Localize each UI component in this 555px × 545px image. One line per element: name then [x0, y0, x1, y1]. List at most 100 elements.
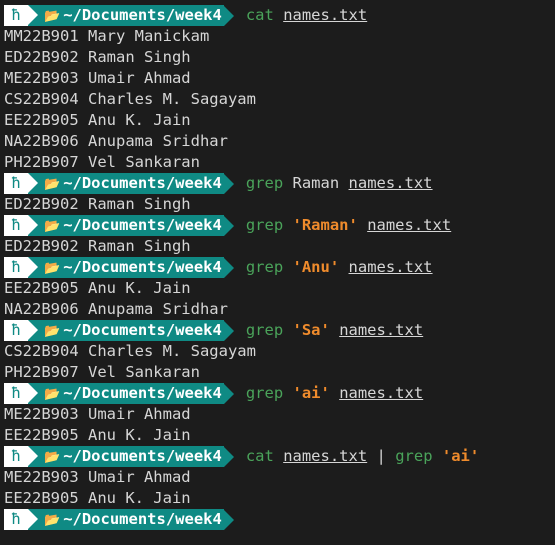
- command-name: grep: [395, 447, 433, 465]
- file-argument: names.txt: [283, 447, 368, 465]
- command-name: grep: [245, 258, 284, 276]
- string-argument: 'Anu': [292, 258, 340, 276]
- output-line: ED22B902 Raman Singh: [4, 237, 191, 255]
- prompt-arrow: [223, 320, 234, 341]
- path-prefix: ~/Documents/: [63, 321, 176, 339]
- path-current-dir: week4: [175, 510, 222, 528]
- prompt: ħ 📂 ~/Documents/week4: [4, 257, 246, 278]
- linux-mint-icon: ħ: [4, 320, 28, 341]
- output-line: ME22B903 Umair Ahmad: [4, 405, 191, 423]
- prompt: ħ 📂 ~/Documents/week4: [4, 509, 246, 530]
- output-line: EE22B905 Anu K. Jain: [4, 426, 191, 444]
- path-current-dir: week4: [175, 174, 222, 192]
- prompt-line: ħ 📂 ~/Documents/week4 grep Raman names.txt: [0, 173, 555, 194]
- prompt-line: ħ 📂 ~/Documents/week4 grep 'ai' names.txt: [0, 383, 555, 404]
- prompt-path: 📂 ~/Documents/week4: [28, 446, 224, 467]
- prompt-line: ħ 📂 ~/Documents/week4 cat names.txt: [0, 5, 555, 26]
- prompt-arrow: [223, 5, 234, 26]
- path-prefix: ~/Documents/: [63, 6, 176, 24]
- command-name: grep: [245, 321, 284, 339]
- prompt-path: 📂 ~/Documents/week4: [28, 5, 224, 26]
- prompt-path: 📂 ~/Documents/week4: [28, 509, 224, 530]
- output-line: PH22B907 Vel Sankaran: [4, 153, 200, 171]
- command-name: grep: [245, 174, 284, 192]
- path-current-dir: week4: [175, 216, 222, 234]
- output-line: ME22B903 Umair Ahmad: [4, 69, 191, 87]
- output-line: EE22B905 Anu K. Jain: [4, 111, 191, 129]
- linux-mint-icon: ħ: [4, 5, 28, 26]
- command-name: grep: [245, 384, 284, 402]
- prompt: ħ 📂 ~/Documents/week4: [4, 173, 246, 194]
- output-line: NA22B906 Anupama Sridhar: [4, 132, 228, 150]
- prompt: ħ 📂 ~/Documents/week4: [4, 383, 246, 404]
- linux-mint-icon: ħ: [4, 257, 28, 278]
- path-prefix: ~/Documents/: [63, 216, 176, 234]
- path-current-dir: week4: [175, 384, 222, 402]
- string-argument: 'ai': [292, 384, 330, 402]
- output-line: CS22B904 Charles M. Sagayam: [4, 90, 256, 108]
- path-current-dir: week4: [175, 321, 222, 339]
- string-argument: 'Sa': [292, 321, 330, 339]
- folder-open-icon: 📂: [44, 177, 61, 192]
- file-argument: names.txt: [339, 384, 424, 402]
- command-name: cat: [245, 6, 274, 24]
- file-argument: names.txt: [348, 258, 433, 276]
- output-line: CS22B904 Charles M. Sagayam: [4, 342, 256, 360]
- folder-open-icon: 📂: [44, 261, 61, 276]
- prompt-path: 📂 ~/Documents/week4: [28, 257, 224, 278]
- prompt-arrow: [223, 173, 234, 194]
- output-line: ED22B902 Raman Singh: [4, 195, 191, 213]
- path-current-dir: week4: [175, 6, 222, 24]
- prompt-line: ħ 📂 ~/Documents/week4 grep 'Raman' names.tx…: [0, 215, 555, 236]
- prompt-arrow: [223, 446, 234, 467]
- file-argument: names.txt: [367, 216, 452, 234]
- folder-open-icon: 📂: [44, 9, 61, 24]
- prompt: ħ 📂 ~/Documents/week4: [4, 215, 246, 236]
- string-argument: 'Raman': [292, 216, 358, 234]
- prompt: ħ 📂 ~/Documents/week4: [4, 5, 246, 26]
- folder-open-icon: 📂: [44, 450, 61, 465]
- string-argument: 'ai': [441, 447, 480, 465]
- prompt: ħ 📂 ~/Documents/week4: [4, 446, 246, 467]
- output-line: EE22B905 Anu K. Jain: [4, 489, 191, 507]
- prompt-line: ħ 📂 ~/Documents/week4 grep 'Anu' names.txt: [0, 257, 555, 278]
- linux-mint-icon: ħ: [4, 446, 28, 467]
- command-name: grep: [245, 216, 284, 234]
- prompt-arrow: [223, 383, 234, 404]
- prompt-line: ħ 📂 ~/Documents/week4: [0, 509, 555, 530]
- output-line: NA22B906 Anupama Sridhar: [4, 300, 228, 318]
- linux-mint-icon: ħ: [4, 509, 28, 530]
- terminal-window[interactable]: ħ 📂 ~/Documents/week4 cat names.txt MM22B901…: [0, 0, 555, 545]
- path-prefix: ~/Documents/: [63, 258, 176, 276]
- prompt: ħ 📂 ~/Documents/week4: [4, 320, 246, 341]
- output-line: PH22B907 Vel Sankaran: [4, 363, 200, 381]
- output-line: ED22B902 Raman Singh: [4, 48, 191, 66]
- output-line: MM22B901 Mary Manickam: [4, 27, 210, 45]
- prompt-path: 📂 ~/Documents/week4: [28, 320, 224, 341]
- folder-open-icon: 📂: [44, 387, 61, 402]
- path-prefix: ~/Documents/: [63, 447, 176, 465]
- file-argument: names.txt: [348, 174, 433, 192]
- path-prefix: ~/Documents/: [63, 174, 176, 192]
- linux-mint-icon: ħ: [4, 383, 28, 404]
- path-current-dir: week4: [175, 447, 222, 465]
- prompt-path: 📂 ~/Documents/week4: [28, 173, 224, 194]
- command-argument: Raman: [292, 174, 340, 192]
- file-argument: names.txt: [339, 321, 424, 339]
- prompt-arrow: [223, 257, 234, 278]
- linux-mint-icon: ħ: [4, 173, 28, 194]
- path-prefix: ~/Documents/: [63, 384, 176, 402]
- prompt-line: ħ 📂 ~/Documents/week4 grep 'Sa' names.txt: [0, 320, 555, 341]
- linux-mint-icon: ħ: [4, 215, 28, 236]
- prompt-line: ħ 📂 ~/Documents/week4 cat names.txt | grep …: [0, 446, 555, 467]
- pipe-symbol: |: [376, 447, 386, 465]
- file-argument: names.txt: [283, 6, 368, 24]
- command-name: cat: [245, 447, 274, 465]
- prompt-path: 📂 ~/Documents/week4: [28, 383, 224, 404]
- prompt-arrow: [223, 509, 234, 530]
- prompt-path: 📂 ~/Documents/week4: [28, 215, 224, 236]
- output-line: EE22B905 Anu K. Jain: [4, 279, 191, 297]
- folder-open-icon: 📂: [44, 324, 61, 339]
- path-current-dir: week4: [175, 258, 222, 276]
- folder-open-icon: 📂: [44, 219, 61, 234]
